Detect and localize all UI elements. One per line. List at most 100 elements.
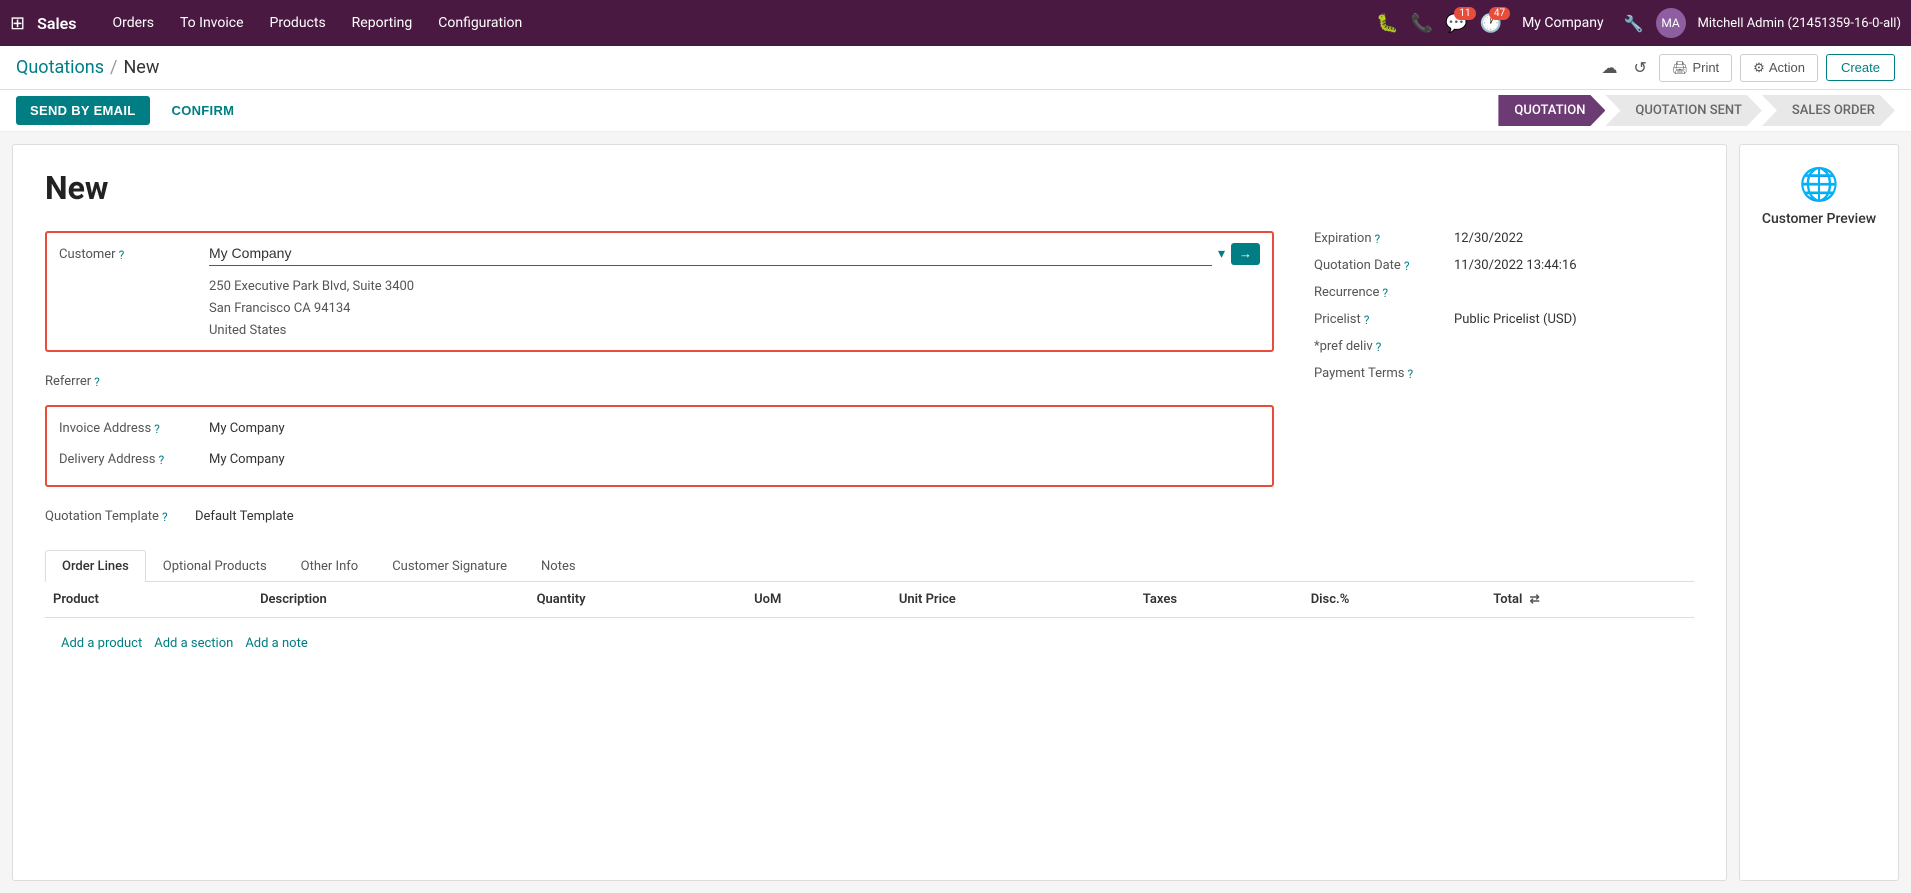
expiration-label: Expiration ? xyxy=(1314,231,1454,246)
step-quotation-sent[interactable]: QUOTATION SENT xyxy=(1605,95,1761,126)
sort-icon[interactable]: ⇄ xyxy=(1530,592,1540,606)
globe-icon[interactable]: 🌐 xyxy=(1799,165,1839,203)
invoice-address-value[interactable]: My Company xyxy=(209,415,1260,436)
quotation-template-value[interactable]: Default Template xyxy=(195,503,1274,524)
form-left-column: Customer ? ▾ → 250 Executive Park Blvd, … xyxy=(45,231,1274,534)
chat-icon[interactable]: 💬 11 xyxy=(1445,13,1467,34)
quotation-date-label-text: Quotation Date xyxy=(1314,258,1401,273)
action-label: Action xyxy=(1769,60,1805,75)
tab-order-lines[interactable]: Order Lines xyxy=(45,550,146,582)
nav-reporting[interactable]: Reporting xyxy=(342,11,423,35)
pricelist-value[interactable]: Public Pricelist (USD) xyxy=(1454,312,1577,327)
customer-preview-label[interactable]: Customer Preview xyxy=(1762,211,1876,227)
avatar[interactable]: MA xyxy=(1656,8,1686,38)
tab-optional-products[interactable]: Optional Products xyxy=(146,550,284,582)
tabs: Order Lines Optional Products Other Info… xyxy=(45,550,1694,582)
pricelist-help[interactable]: ? xyxy=(1364,313,1370,327)
delivery-address-row: Delivery Address ? My Company xyxy=(59,446,1260,467)
invoice-address-row: Invoice Address ? My Company xyxy=(59,415,1260,436)
customer-external-link[interactable]: → xyxy=(1231,243,1260,265)
referrer-help-icon[interactable]: ? xyxy=(94,375,100,389)
main-content: New Customer ? ▾ → xyxy=(0,132,1911,893)
upload-icon[interactable]: ☁ xyxy=(1598,54,1622,81)
invoice-address-help[interactable]: ? xyxy=(154,422,160,436)
recurrence-label-text: Recurrence xyxy=(1314,285,1379,300)
delivery-address-value[interactable]: My Company xyxy=(209,446,1260,467)
col-taxes: Taxes xyxy=(1135,582,1303,618)
quotation-template-help[interactable]: ? xyxy=(162,510,168,524)
payment-terms-row: Payment Terms ? xyxy=(1314,366,1694,381)
undo-icon[interactable]: ↺ xyxy=(1630,54,1651,81)
pref-deliv-label: *pref deliv ? xyxy=(1314,339,1454,354)
expiration-value[interactable]: 12/30/2022 xyxy=(1454,231,1523,246)
payment-terms-label-text: Payment Terms xyxy=(1314,366,1405,381)
payment-terms-help[interactable]: ? xyxy=(1408,367,1414,381)
nav-to-invoice[interactable]: To Invoice xyxy=(170,11,254,35)
recurrence-help[interactable]: ? xyxy=(1382,286,1388,300)
col-product: Product xyxy=(45,582,252,618)
top-navigation: ⊞ Sales Orders To Invoice Products Repor… xyxy=(0,0,1911,46)
tab-notes[interactable]: Notes xyxy=(524,550,593,582)
pref-deliv-help[interactable]: ? xyxy=(1376,340,1382,354)
clock-icon[interactable]: 🕐 47 xyxy=(1480,13,1502,34)
customer-input-wrap: ▾ → xyxy=(209,241,1260,266)
tab-other-info[interactable]: Other Info xyxy=(284,550,376,582)
confirm-button[interactable]: CONFIRM xyxy=(158,96,249,125)
form-title: New xyxy=(45,169,1694,207)
customer-field-row: Customer ? ▾ → xyxy=(59,241,1260,266)
add-product-link[interactable]: Add a product xyxy=(61,636,142,651)
form-columns: Customer ? ▾ → 250 Executive Park Blvd, … xyxy=(45,231,1694,534)
recurrence-row: Recurrence ? xyxy=(1314,285,1694,300)
quotation-template-label-text: Quotation Template xyxy=(45,509,159,524)
grid-icon[interactable]: ⊞ xyxy=(10,13,25,34)
referrer-label: Referrer ? xyxy=(45,368,195,389)
nav-configuration[interactable]: Configuration xyxy=(428,11,532,35)
print-button[interactable]: 🖨 Print xyxy=(1659,54,1732,82)
status-steps: QUOTATION QUOTATION SENT SALES ORDER xyxy=(1498,95,1895,126)
quotation-template-row: Quotation Template ? Default Template xyxy=(45,503,1274,524)
referrer-field-row: Referrer ? xyxy=(45,368,1274,389)
tab-other-info-label: Other Info xyxy=(301,559,359,574)
phone-icon[interactable]: 📞 xyxy=(1411,13,1433,34)
action-bar: ☁ ↺ 🖨 Print ⚙ Action Create xyxy=(1598,54,1895,82)
step-quotation-sent-label: QUOTATION SENT xyxy=(1635,103,1741,118)
breadcrumb-parent[interactable]: Quotations xyxy=(16,57,104,78)
print-label: Print xyxy=(1692,60,1719,75)
quotation-date-help[interactable]: ? xyxy=(1404,259,1410,273)
invoice-address-label-text: Invoice Address xyxy=(59,421,151,436)
settings-icon[interactable]: 🔧 xyxy=(1624,14,1644,33)
add-section-link[interactable]: Add a section xyxy=(154,636,233,651)
app-name[interactable]: Sales xyxy=(37,14,76,33)
create-button[interactable]: Create xyxy=(1826,54,1895,81)
gear-icon: ⚙ xyxy=(1753,60,1765,76)
tab-notes-label: Notes xyxy=(541,559,576,574)
table-actions-cell: Add a product Add a section Add a note xyxy=(45,618,1694,670)
customer-address: 250 Executive Park Blvd, Suite 3400 San … xyxy=(59,276,1260,342)
tab-customer-signature[interactable]: Customer Signature xyxy=(375,550,524,582)
order-table: Product Description Quantity UoM Unit Pr… xyxy=(45,582,1694,669)
step-sales-order[interactable]: SALES ORDER xyxy=(1762,95,1895,126)
customer-help-icon[interactable]: ? xyxy=(119,248,125,262)
add-note-link[interactable]: Add a note xyxy=(245,636,307,651)
customer-label-text: Customer xyxy=(59,247,116,262)
nav-orders[interactable]: Orders xyxy=(102,11,164,35)
quotation-date-value[interactable]: 11/30/2022 13:44:16 xyxy=(1454,258,1577,273)
bug-icon[interactable]: 🐛 xyxy=(1376,13,1398,34)
company-name[interactable]: My Company xyxy=(1522,15,1604,31)
quotation-template-label: Quotation Template ? xyxy=(45,503,195,524)
pref-deliv-row: *pref deliv ? xyxy=(1314,339,1694,354)
topnav-right-icons: 🐛 📞 💬 11 🕐 47 My Company 🔧 MA Mitchell A… xyxy=(1376,8,1901,38)
delivery-address-help[interactable]: ? xyxy=(159,453,165,467)
customer-dropdown-arrow[interactable]: ▾ xyxy=(1218,246,1225,262)
pricelist-label: Pricelist ? xyxy=(1314,312,1454,327)
col-quantity: Quantity xyxy=(529,582,746,618)
customer-input[interactable] xyxy=(209,241,1212,266)
nav-products[interactable]: Products xyxy=(260,11,336,35)
step-quotation[interactable]: QUOTATION xyxy=(1498,95,1605,126)
send-email-button[interactable]: SEND BY EMAIL xyxy=(16,96,150,125)
table-actions: Add a product Add a section Add a note xyxy=(53,626,1686,661)
action-button[interactable]: ⚙ Action xyxy=(1740,54,1818,82)
step-sales-order-label: SALES ORDER xyxy=(1792,103,1875,118)
expiration-help[interactable]: ? xyxy=(1375,232,1381,246)
col-total: Total ⇄ xyxy=(1485,582,1694,618)
